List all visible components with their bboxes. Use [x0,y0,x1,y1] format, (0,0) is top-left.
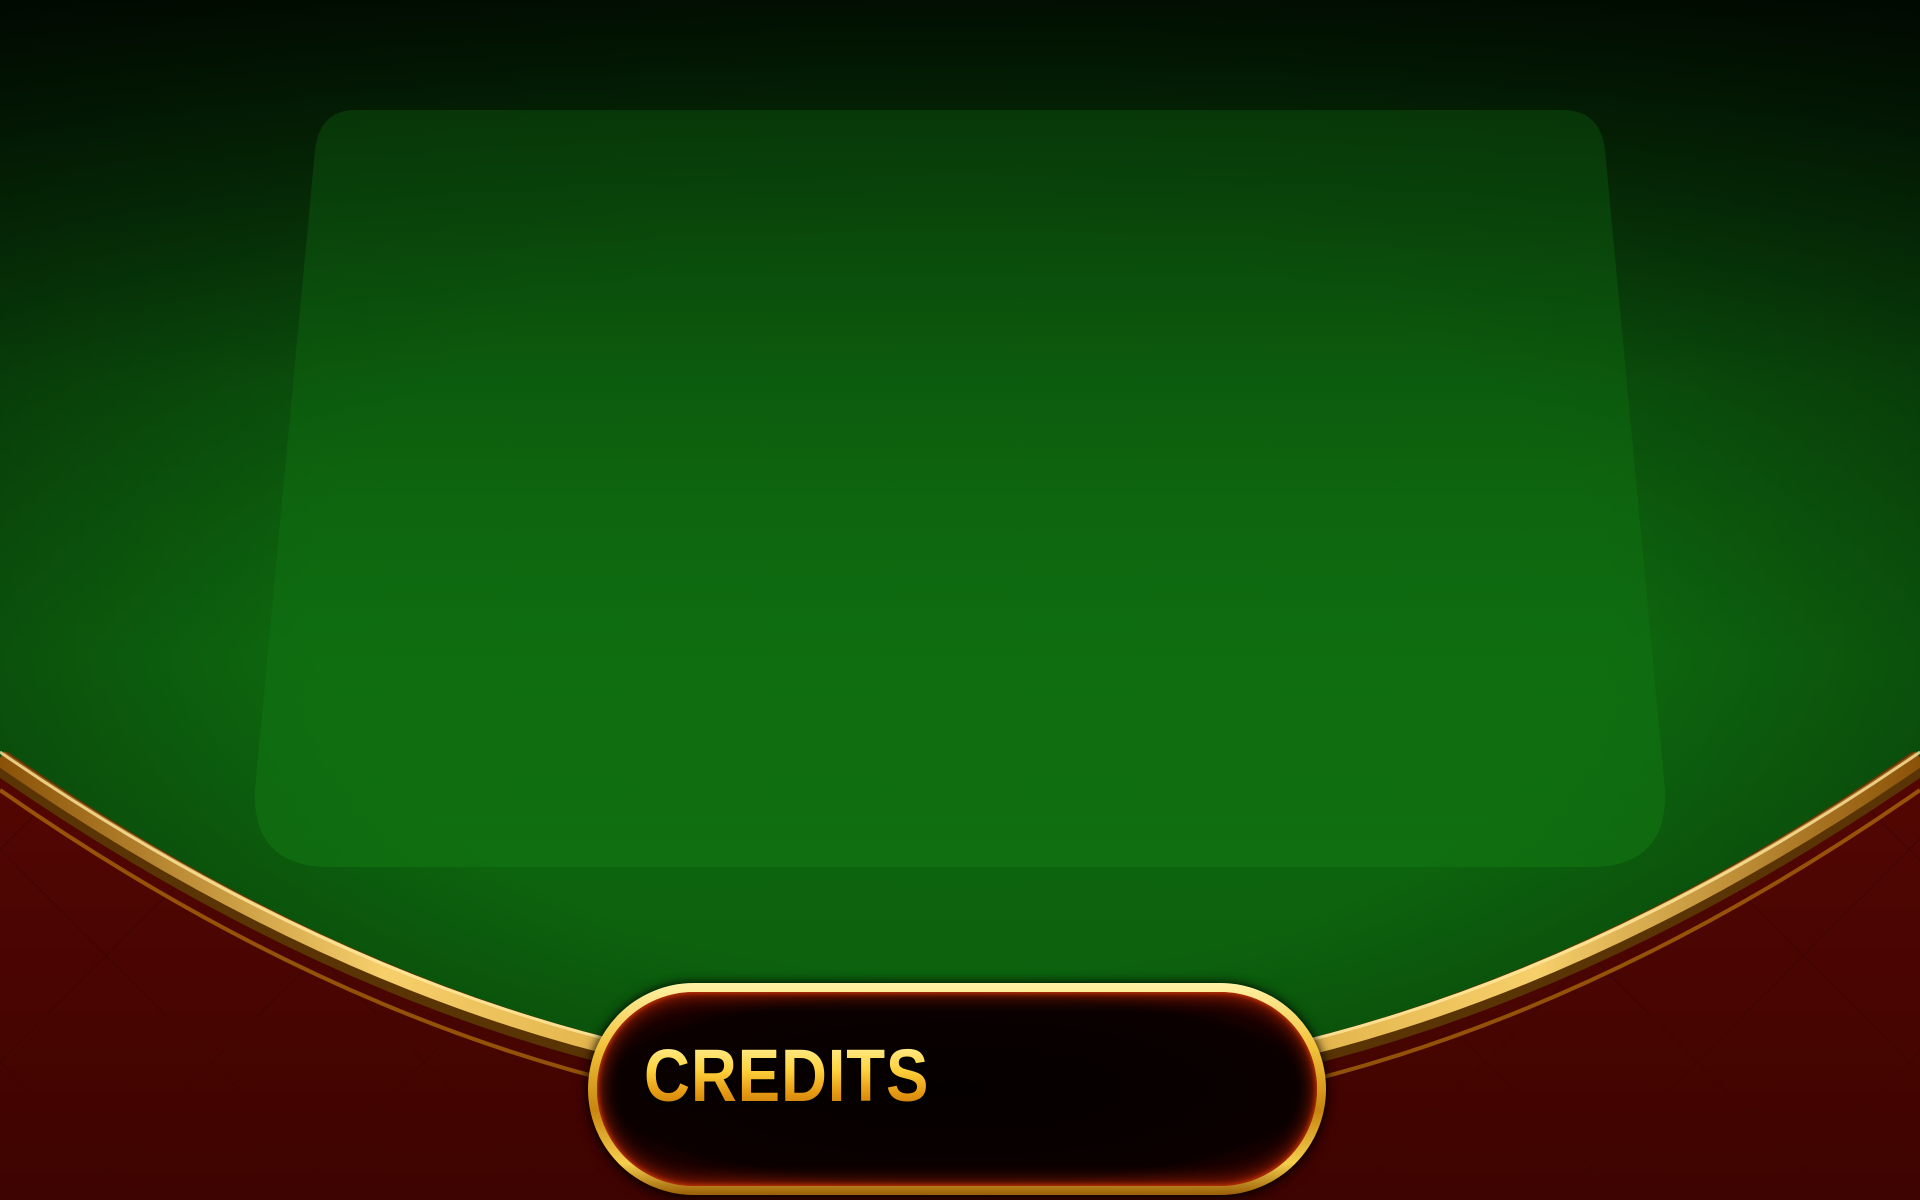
game-table: CREDITS [0,0,1920,1200]
credits-label: CREDITS [644,1034,930,1117]
credits-panel: CREDITS [588,983,1326,1195]
betting-area [254,110,1666,867]
credits-display: CREDITS [597,992,1317,1186]
